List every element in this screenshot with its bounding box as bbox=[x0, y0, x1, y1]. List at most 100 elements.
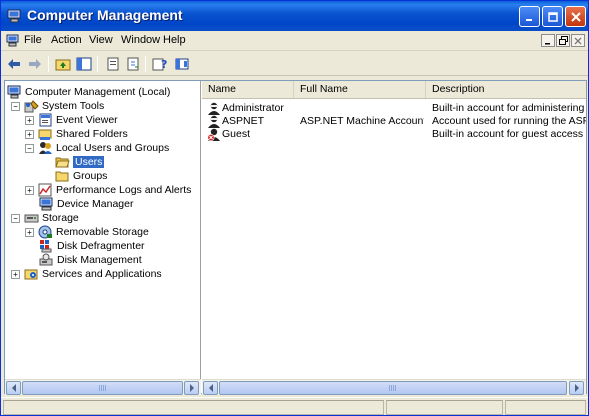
expand-toggle[interactable]: + bbox=[11, 269, 20, 279]
mmc-panel-icon[interactable] bbox=[174, 56, 190, 72]
tree-item-label: Services and Applications bbox=[42, 268, 162, 280]
tree-item-label: Disk Defragmenter bbox=[57, 240, 145, 252]
expand-toggle[interactable]: + bbox=[25, 227, 34, 237]
services-applications-icon bbox=[24, 269, 38, 280]
child-minimize-button[interactable] bbox=[541, 34, 555, 47]
tree-item-device-manager[interactable]: Device Manager bbox=[39, 197, 133, 211]
disabled-user-icon bbox=[207, 128, 220, 141]
tree-item-label: Shared Folders bbox=[56, 128, 128, 140]
properties-icon[interactable] bbox=[105, 56, 121, 72]
help-icon[interactable]: ? bbox=[152, 56, 168, 72]
column-header-name[interactable]: Name bbox=[202, 81, 294, 98]
maximize-button[interactable] bbox=[542, 6, 563, 27]
expand-toggle[interactable]: + bbox=[25, 185, 34, 195]
event-viewer-icon bbox=[39, 113, 52, 127]
user-icon bbox=[208, 115, 220, 128]
title-bar[interactable]: Computer Management bbox=[1, 1, 588, 31]
tree-item-label: Device Manager bbox=[57, 198, 134, 210]
menu-help[interactable]: Help bbox=[163, 34, 186, 46]
tree-item-groups[interactable]: Groups bbox=[55, 169, 107, 183]
menu-window[interactable]: Window bbox=[121, 34, 160, 46]
menu-file[interactable]: File bbox=[24, 34, 42, 46]
scroll-left-button[interactable] bbox=[6, 381, 21, 395]
status-pane bbox=[386, 400, 503, 415]
tree-item-disk-management[interactable]: Disk Management bbox=[39, 253, 142, 267]
scroll-thumb[interactable] bbox=[22, 381, 183, 395]
main-content: Computer Management (Local) − System Too… bbox=[4, 80, 587, 395]
folder-open-icon bbox=[55, 157, 70, 168]
scroll-left-button[interactable] bbox=[203, 381, 218, 395]
show-hide-tree-icon[interactable] bbox=[76, 56, 92, 72]
menu-view[interactable]: View bbox=[89, 34, 113, 46]
console-tree: Computer Management (Local) − System Too… bbox=[5, 81, 201, 379]
arrow-left-icon bbox=[208, 384, 213, 392]
list-item-name: Administrator bbox=[222, 102, 284, 114]
tree-item-label: Computer Management (Local) bbox=[25, 86, 171, 98]
tree-horizontal-scrollbar[interactable] bbox=[5, 379, 201, 395]
maximize-icon bbox=[547, 11, 558, 22]
tree-item-storage[interactable]: − Storage bbox=[11, 211, 79, 225]
arrow-left-icon bbox=[11, 384, 16, 392]
tree-item-shared-folders[interactable]: + Shared Folders bbox=[25, 127, 128, 141]
minimize-button[interactable] bbox=[519, 6, 540, 27]
list-item[interactable]: Administrator Built-in account for admin… bbox=[202, 102, 586, 115]
close-icon bbox=[570, 11, 581, 22]
collapse-toggle[interactable]: − bbox=[11, 101, 20, 111]
storage-icon bbox=[24, 214, 39, 223]
scroll-right-button[interactable] bbox=[569, 381, 584, 395]
computer-management-icon[interactable] bbox=[6, 34, 20, 47]
child-restore-button[interactable] bbox=[556, 34, 570, 47]
tree-item-computer-management[interactable]: Computer Management (Local) bbox=[7, 85, 170, 99]
tree-item-label: Event Viewer bbox=[56, 114, 118, 126]
close-icon bbox=[574, 37, 582, 44]
menu-action[interactable]: Action bbox=[51, 34, 82, 46]
folder-icon bbox=[55, 171, 69, 182]
list-item-name: ASPNET bbox=[222, 115, 265, 127]
status-pane bbox=[505, 400, 586, 415]
list-horizontal-scrollbar[interactable] bbox=[202, 379, 586, 395]
tree-item-local-users-and-groups[interactable]: − Local Users and Groups bbox=[25, 141, 169, 155]
menu-bar: File Action View Window Help bbox=[1, 31, 588, 51]
toolbar-separator bbox=[97, 56, 98, 72]
user-icon bbox=[208, 102, 220, 115]
export-list-icon[interactable] bbox=[125, 56, 141, 72]
tree-item-disk-defragmenter[interactable]: Disk Defragmenter bbox=[39, 239, 145, 253]
computer-management-icon bbox=[7, 9, 21, 23]
scroll-right-button[interactable] bbox=[184, 381, 199, 395]
toolbar-separator bbox=[145, 56, 146, 72]
list-item[interactable]: ASPNET ASP.NET Machine Account Account u… bbox=[202, 115, 586, 128]
disk-management-icon bbox=[39, 253, 53, 266]
tree-item-performance-logs[interactable]: + Performance Logs and Alerts bbox=[25, 183, 191, 197]
performance-icon bbox=[38, 183, 52, 197]
tree-item-removable-storage[interactable]: + Removable Storage bbox=[25, 225, 149, 239]
list-item-description: Account used for running the ASP.I bbox=[432, 115, 586, 127]
collapse-toggle[interactable]: − bbox=[11, 213, 20, 223]
close-button[interactable] bbox=[565, 6, 586, 27]
tree-item-event-viewer[interactable]: + Event Viewer bbox=[25, 113, 118, 127]
tree-item-label: Users bbox=[71, 155, 106, 169]
collapse-toggle[interactable]: − bbox=[25, 143, 34, 153]
minimize-icon bbox=[545, 42, 550, 44]
list-item-name: Guest bbox=[222, 128, 251, 140]
column-header-full-name[interactable]: Full Name bbox=[294, 81, 426, 98]
tree-item-users[interactable]: Users bbox=[55, 155, 106, 169]
list-item-full-name: ASP.NET Machine Account bbox=[300, 115, 424, 127]
tree-item-system-tools[interactable]: − System Tools bbox=[11, 99, 104, 113]
toolbar: ? bbox=[1, 52, 588, 76]
list-item[interactable]: Guest Built-in account for guest access … bbox=[202, 128, 586, 141]
expand-toggle[interactable]: + bbox=[25, 115, 34, 125]
arrow-right-icon bbox=[189, 384, 194, 392]
up-folder-icon[interactable] bbox=[55, 56, 71, 72]
computer-management-window: Computer Management File Action View Win… bbox=[0, 0, 589, 416]
scroll-thumb[interactable] bbox=[219, 381, 567, 395]
tree-item-label: Groups bbox=[73, 170, 108, 182]
back-arrow-icon[interactable] bbox=[6, 56, 22, 72]
status-bar bbox=[1, 397, 588, 415]
expand-toggle[interactable]: + bbox=[25, 129, 34, 139]
restore-icon bbox=[558, 36, 568, 45]
list-header: Name Full Name Description bbox=[202, 81, 586, 99]
tree-item-services-and-applications[interactable]: + Services and Applications bbox=[11, 267, 162, 281]
forward-arrow-icon[interactable] bbox=[27, 56, 43, 72]
column-header-description[interactable]: Description bbox=[426, 81, 586, 98]
child-close-button[interactable] bbox=[571, 34, 585, 47]
